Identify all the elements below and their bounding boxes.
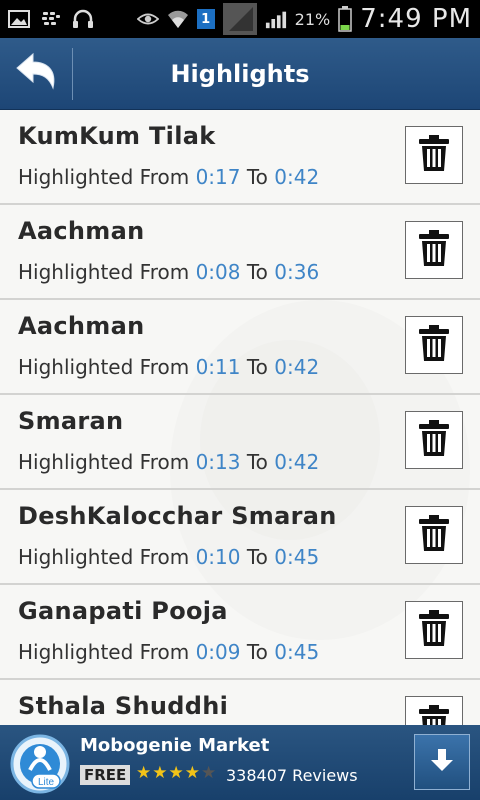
trash-icon xyxy=(418,704,450,725)
delete-button[interactable] xyxy=(405,696,463,725)
highlight-range: Highlighted From 0:11 To 0:42 xyxy=(18,355,320,379)
sim-icon: 1 xyxy=(196,9,215,29)
list-item[interactable]: KumKum Tilak Highlighted From 0:17 To 0:… xyxy=(0,110,480,205)
wifi-icon xyxy=(167,9,189,29)
star-icon: ★ xyxy=(168,763,185,783)
star-icon: ★ xyxy=(136,763,153,783)
highlight-title: Aachman xyxy=(18,217,145,245)
highlight-to: 0:42 xyxy=(274,165,320,189)
ad-app-name: Mobogenie Market xyxy=(80,735,270,756)
ad-download-button[interactable] xyxy=(414,734,470,790)
highlight-from: 0:17 xyxy=(195,165,241,189)
list-item[interactable]: Ganapati Pooja Highlighted From 0:09 To … xyxy=(0,585,480,680)
highlights-list[interactable]: KumKum Tilak Highlighted From 0:17 To 0:… xyxy=(0,110,480,725)
highlight-from: 0:08 xyxy=(195,260,241,284)
highlight-to: 0:42 xyxy=(274,355,320,379)
star-empty-icon: ★ xyxy=(201,763,218,783)
svg-text:Lite: Lite xyxy=(38,777,55,788)
bbm-icon xyxy=(40,9,62,29)
trash-icon xyxy=(418,134,450,176)
signal-bars-icon xyxy=(265,9,287,29)
ad-banner[interactable]: Lite Mobogenie Market FREE ★★★★★ 338407 … xyxy=(0,725,480,800)
signal-icon xyxy=(222,3,257,35)
highlight-range: Highlighted From 0:09 To 0:45 xyxy=(18,640,320,664)
download-arrow-icon xyxy=(429,747,455,777)
delete-button[interactable] xyxy=(405,126,463,184)
highlight-title: KumKum Tilak xyxy=(18,122,216,150)
delete-button[interactable] xyxy=(405,221,463,279)
ad-rating-stars: ★★★★★ xyxy=(136,763,217,783)
highlight-range: Highlighted From 0:08 To 0:36 xyxy=(18,260,320,284)
list-item[interactable]: Smaran Highlighted From 0:13 To 0:42 xyxy=(0,395,480,490)
highlight-title: Aachman xyxy=(18,312,145,340)
list-item[interactable]: DeshKalocchar Smaran Highlighted From 0:… xyxy=(0,490,480,585)
delete-button[interactable] xyxy=(405,411,463,469)
ad-price-badge: FREE xyxy=(80,765,131,785)
highlight-range: Highlighted From 0:17 To 0:42 xyxy=(18,165,320,189)
battery-icon xyxy=(338,6,352,32)
star-icon: ★ xyxy=(152,763,169,783)
highlight-range: Highlighted From 0:13 To 0:42 xyxy=(18,450,320,474)
highlight-title: Sthala Shuddhi xyxy=(18,692,229,720)
highlight-title: DeshKalocchar Smaran xyxy=(18,502,337,530)
highlight-title: Ganapati Pooja xyxy=(18,597,228,625)
trash-icon xyxy=(418,419,450,461)
highlight-to: 0:45 xyxy=(274,640,320,664)
page-title: Highlights xyxy=(170,60,310,88)
highlight-to: 0:42 xyxy=(274,450,320,474)
delete-button[interactable] xyxy=(405,601,463,659)
list-item[interactable]: Aachman Highlighted From 0:08 To 0:36 xyxy=(0,205,480,300)
highlight-to: 0:36 xyxy=(274,260,320,284)
highlight-title: Smaran xyxy=(18,407,124,435)
back-button[interactable] xyxy=(0,38,72,110)
mobogenie-logo-icon: Lite xyxy=(8,730,72,794)
highlight-from: 0:13 xyxy=(195,450,241,474)
list-item[interactable]: Aachman Highlighted From 0:11 To 0:42 xyxy=(0,300,480,395)
highlight-from: 0:09 xyxy=(195,640,241,664)
eye-icon xyxy=(136,9,159,29)
delete-button[interactable] xyxy=(405,506,463,564)
action-bar: Highlights xyxy=(0,38,480,110)
star-icon: ★ xyxy=(184,763,201,783)
image-icon xyxy=(8,9,30,29)
battery-percent: 21% xyxy=(294,9,331,29)
status-bar: 1 21% 7:49 PM xyxy=(0,0,480,38)
list-item[interactable]: Sthala Shuddhi xyxy=(0,680,480,725)
trash-icon xyxy=(418,514,450,556)
highlight-from: 0:11 xyxy=(195,355,241,379)
ad-reviews-count: 338407 Reviews xyxy=(226,766,358,785)
highlight-range: Highlighted From 0:10 To 0:45 xyxy=(18,545,320,569)
trash-icon xyxy=(418,609,450,651)
delete-button[interactable] xyxy=(405,316,463,374)
trash-icon xyxy=(418,229,450,271)
back-arrow-icon xyxy=(13,52,59,96)
headphones-icon xyxy=(72,9,94,29)
trash-icon xyxy=(418,324,450,366)
highlight-to: 0:45 xyxy=(274,545,320,569)
clock: 7:49 PM xyxy=(360,4,472,34)
highlight-from: 0:10 xyxy=(195,545,241,569)
